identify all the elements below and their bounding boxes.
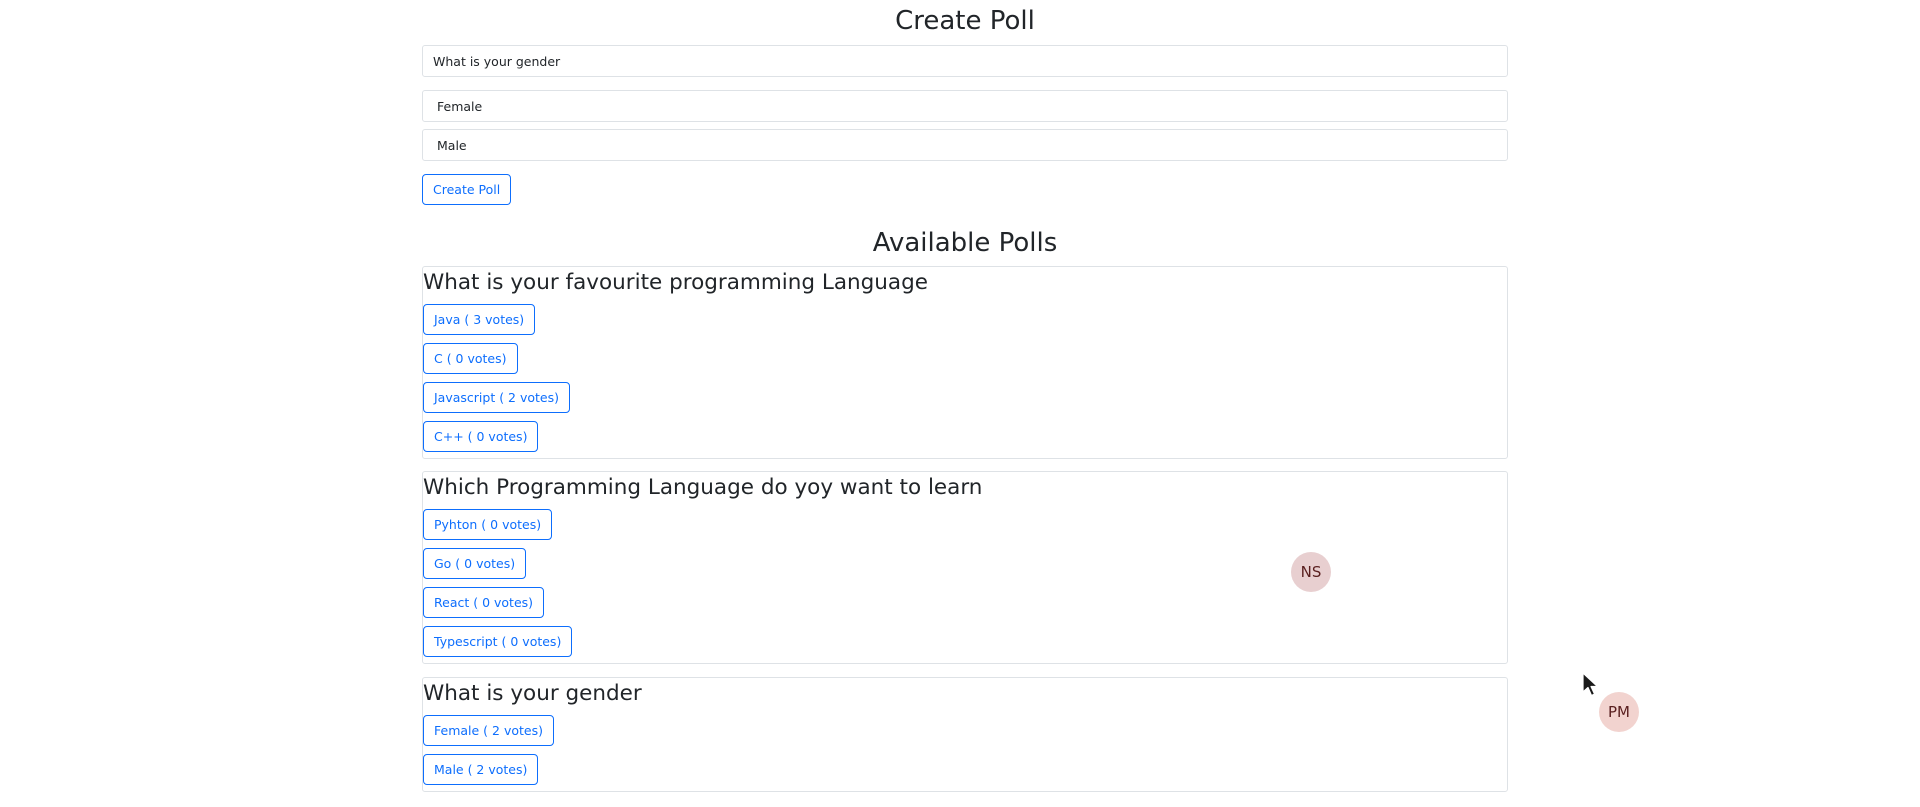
available-polls-header: Available Polls <box>422 228 1508 258</box>
poll-option-input-1[interactable] <box>422 90 1508 122</box>
poll-question-input[interactable] <box>422 45 1508 77</box>
poll-options-list: Pyhton ( 0 votes) Go ( 0 votes) React ( … <box>423 509 1507 657</box>
vote-option-button[interactable]: Female ( 2 votes) <box>423 715 554 746</box>
create-poll-form: Create Poll <box>422 45 1508 205</box>
poll-question: What is your favourite programming Langu… <box>423 270 928 295</box>
vote-option-button[interactable]: Go ( 0 votes) <box>423 548 527 579</box>
available-polls-title: Available Polls <box>872 228 1058 258</box>
page: Create Poll Create Poll Available Polls … <box>0 0 1920 807</box>
vote-option-button[interactable]: Pyhton ( 0 votes) <box>423 509 553 540</box>
vote-option-button[interactable]: Male ( 2 votes) <box>423 754 539 785</box>
poll-card: What is your favourite programming Langu… <box>422 266 1508 459</box>
create-poll-title: Create Poll <box>895 6 1035 36</box>
avatar: NS <box>1291 552 1331 592</box>
poll-card: Which Programming Language do yoy want t… <box>422 471 1508 664</box>
vote-option-button[interactable]: C++ ( 0 votes) <box>423 421 539 452</box>
poll-options-list: Java ( 3 votes) C ( 0 votes) Javascript … <box>423 304 1507 452</box>
poll-option-input-2[interactable] <box>422 129 1508 161</box>
poll-options-list: Female ( 2 votes) Male ( 2 votes) <box>423 715 1507 785</box>
create-poll-section: Create Poll <box>422 6 1508 36</box>
poll-question: Which Programming Language do yoy want t… <box>423 475 983 500</box>
vote-option-button[interactable]: Javascript ( 2 votes) <box>423 382 571 413</box>
vote-option-button[interactable]: Typescript ( 0 votes) <box>423 626 573 657</box>
vote-option-button[interactable]: Java ( 3 votes) <box>423 304 536 335</box>
vote-option-button[interactable]: C ( 0 votes) <box>423 343 518 374</box>
create-poll-button[interactable]: Create Poll <box>422 174 512 205</box>
vote-option-button[interactable]: React ( 0 votes) <box>423 587 545 618</box>
mouse-pointer-icon <box>1582 672 1599 697</box>
poll-question: What is your gender <box>423 681 642 706</box>
poll-card: What is your gender Female ( 2 votes) Ma… <box>422 677 1508 792</box>
avatar: PM <box>1599 692 1639 732</box>
